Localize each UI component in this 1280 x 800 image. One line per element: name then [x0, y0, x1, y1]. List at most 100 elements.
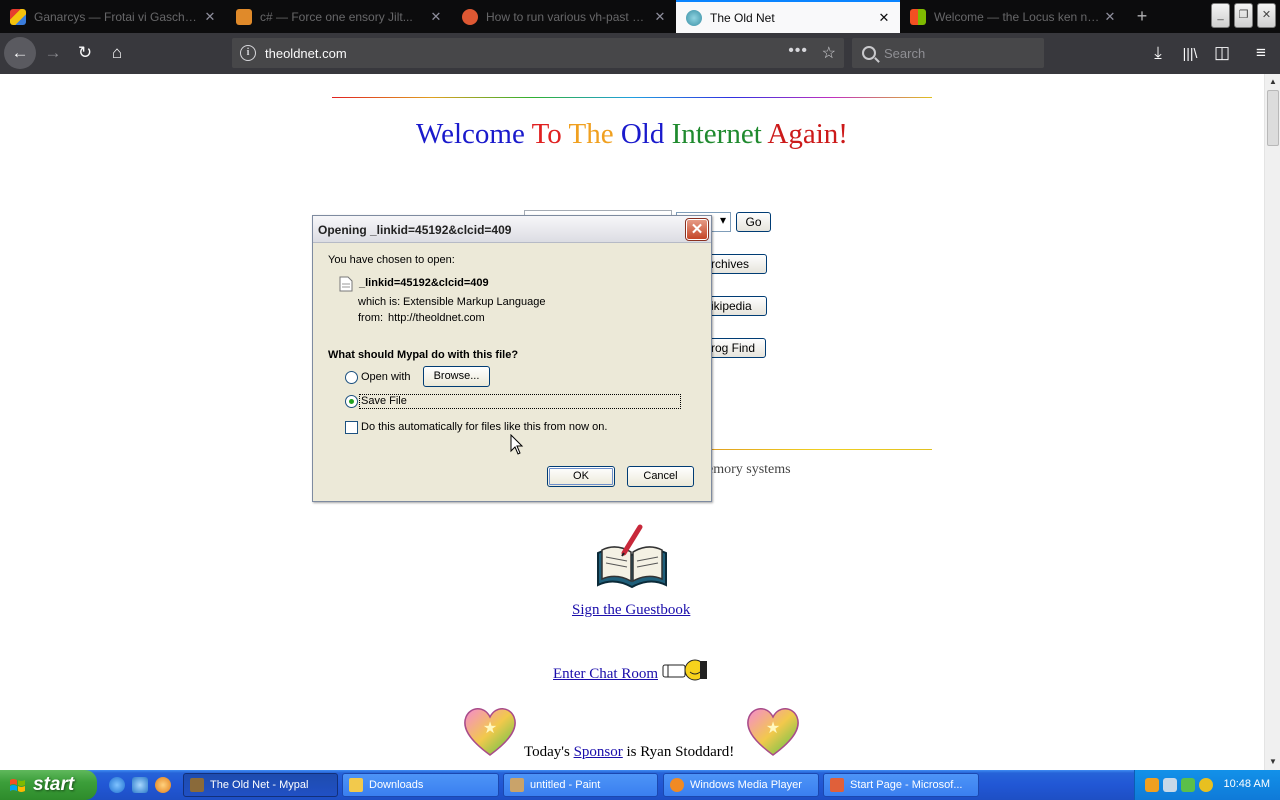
dialog-close-icon[interactable]: ✕ — [685, 218, 709, 241]
back-arrow-icon[interactable]: ← — [4, 37, 36, 69]
window-close-icon[interactable]: ✕ — [1257, 3, 1276, 28]
taskbar-item-paint[interactable]: untitled - Paint — [503, 773, 658, 797]
browser-quicklaunch-icon[interactable] — [132, 777, 148, 793]
welcome-word: To — [531, 118, 562, 150]
taskbar-item-old-net[interactable]: The Old Net - Mypal — [183, 773, 338, 797]
taskbar-item-label: The Old Net - Mypal — [210, 779, 309, 791]
home-icon[interactable]: ⌂ — [102, 38, 132, 68]
downloads-icon[interactable]: ⤓ — [1143, 38, 1173, 68]
sponsor-suffix: is Ryan Stoddard! — [626, 744, 735, 760]
close-icon[interactable]: ✕ — [426, 9, 446, 25]
taskbar-item-downloads[interactable]: Downloads — [342, 773, 499, 797]
open-with-label[interactable]: Open with — [361, 371, 411, 383]
url-bar[interactable]: i theoldnet.com ••• ☆ — [232, 38, 844, 68]
scroll-thumb[interactable] — [1267, 90, 1279, 146]
browse-button[interactable]: Browse... — [423, 366, 490, 387]
chatroom-link[interactable]: Enter Chat Room — [553, 666, 658, 683]
tray-app-icon[interactable] — [1145, 778, 1159, 792]
tagline-text: emory systems — [707, 462, 791, 477]
tab-label: Ganarcys — Frotai vi Gaschtgelt — [34, 9, 200, 24]
mouse-cursor-icon — [510, 434, 524, 455]
sponsor-prefix: Today's — [524, 744, 570, 760]
tab-3[interactable]: How to run various vh-past 2010 ✕ — [452, 0, 676, 33]
cancel-button[interactable]: Cancel — [627, 466, 694, 487]
sidebar-icon[interactable]: ◫ — [1207, 38, 1237, 68]
restore-icon[interactable]: ❐ — [1234, 3, 1253, 28]
dialog-titlebar[interactable]: Opening _linkid=45192&clcid=409 ✕ — [313, 216, 711, 243]
network-icon[interactable] — [1163, 778, 1177, 792]
site-info-icon[interactable]: i — [240, 45, 256, 61]
which-is-label: which is: — [358, 296, 401, 308]
search-tray-icon[interactable] — [1199, 778, 1213, 792]
svg-text:★: ★ — [483, 718, 497, 737]
close-icon[interactable]: ✕ — [1100, 9, 1120, 25]
menu-icon[interactable]: ≡ — [1246, 38, 1276, 68]
guestbook-link[interactable]: Sign the Guestbook — [572, 602, 690, 619]
taskbar-item-media-player[interactable]: Windows Media Player — [663, 773, 819, 797]
go-button[interactable]: Go — [736, 212, 771, 232]
tab-the-old-net[interactable]: The Old Net ✕ — [676, 0, 900, 33]
start-page-icon — [830, 778, 844, 792]
pointing-hand-icon — [662, 659, 707, 681]
save-file-label[interactable]: Save File — [361, 395, 407, 407]
svg-text:★: ★ — [766, 718, 780, 737]
vertical-scrollbar[interactable]: ▲ ▼ — [1264, 74, 1280, 770]
tab-favicon-icon — [910, 8, 926, 25]
tab-2[interactable]: c# — Force one ensory Jilt... ✕ — [226, 0, 452, 33]
tab-label: How to run various vh-past 2010 — [486, 9, 650, 24]
tab-favicon-icon — [462, 8, 478, 25]
bookmark-star-icon[interactable]: ☆ — [822, 43, 836, 63]
sponsor-line: Today's Sponsor is Ryan Stoddard! — [524, 744, 734, 761]
scroll-down-icon[interactable]: ▼ — [1265, 754, 1280, 770]
search-input[interactable]: Search — [852, 38, 1044, 68]
tab-label: c# — Force one ensory Jilt... — [260, 9, 413, 24]
taskbar-item-label: Windows Media Player — [690, 779, 802, 791]
reload-icon[interactable]: ↻ — [70, 38, 100, 68]
close-icon[interactable]: ✕ — [200, 9, 220, 25]
minimize-icon[interactable]: _ — [1211, 3, 1230, 28]
forward-arrow-icon[interactable]: → — [38, 38, 68, 68]
welcome-word: Again! — [767, 118, 848, 150]
tab-5[interactable]: Welcome — the Locus ken nevi ✕ — [900, 0, 1126, 33]
from-label: from: — [358, 312, 384, 324]
welcome-word: Old — [620, 118, 665, 150]
close-icon[interactable]: ✕ — [874, 10, 894, 26]
filename: _linkid=45192&clcid=409 — [359, 277, 489, 289]
taskbar: start The Old Net - Mypal Downloads unti… — [0, 770, 1280, 800]
internet-explorer-icon[interactable] — [109, 777, 125, 793]
heart-right-icon: ★ — [747, 708, 799, 756]
close-icon[interactable]: ✕ — [650, 9, 670, 25]
media-player-quicklaunch-icon[interactable] — [155, 777, 171, 793]
tab-1[interactable]: Ganarcys — Frotai vi Gaschtgelt ✕ — [0, 0, 226, 33]
which-is-value: Extensible Markup Language — [403, 296, 546, 308]
paint-icon — [510, 778, 524, 792]
auto-checkbox[interactable] — [345, 421, 358, 434]
tab-strip: Ganarcys — Frotai vi Gaschtgelt ✕ c# — F… — [0, 0, 1280, 33]
chosen-text: You have chosen to open: — [328, 254, 455, 266]
question-text: What should Mypal do with this file? — [328, 349, 519, 361]
rainbow-divider — [332, 97, 932, 98]
navigation-bar: ← → ↻ ⌂ i theoldnet.com ••• ☆ Search ⤓ |… — [0, 33, 1280, 74]
rainbow-divider — [712, 449, 932, 450]
new-tab-icon[interactable]: + — [1128, 0, 1156, 33]
start-button[interactable]: start — [0, 770, 97, 800]
auto-label[interactable]: Do this automatically for files like thi… — [361, 421, 607, 433]
heart-left-icon: ★ — [464, 708, 516, 756]
page-actions-icon[interactable]: ••• — [788, 42, 808, 60]
library-icon[interactable]: |||\ — [1175, 38, 1205, 68]
from-value: http://theoldnet.com — [388, 312, 485, 324]
taskbar-item-label: untitled - Paint — [530, 779, 601, 791]
save-file-radio[interactable] — [345, 395, 358, 408]
folder-icon — [349, 778, 363, 792]
ok-button[interactable]: OK — [547, 466, 615, 487]
start-label: start — [33, 774, 75, 795]
tab-favicon-icon — [686, 9, 702, 26]
taskbar-item-start-page[interactable]: Start Page - Microsof... — [823, 773, 979, 797]
safely-remove-icon[interactable] — [1181, 778, 1195, 792]
file-icon — [339, 276, 353, 292]
search-icon — [862, 46, 876, 60]
sponsor-link[interactable]: Sponsor — [574, 744, 623, 760]
open-with-radio[interactable] — [345, 371, 358, 384]
page-title: Welcome To The Old Internet Again! — [0, 118, 1264, 151]
scroll-up-icon[interactable]: ▲ — [1265, 74, 1280, 90]
